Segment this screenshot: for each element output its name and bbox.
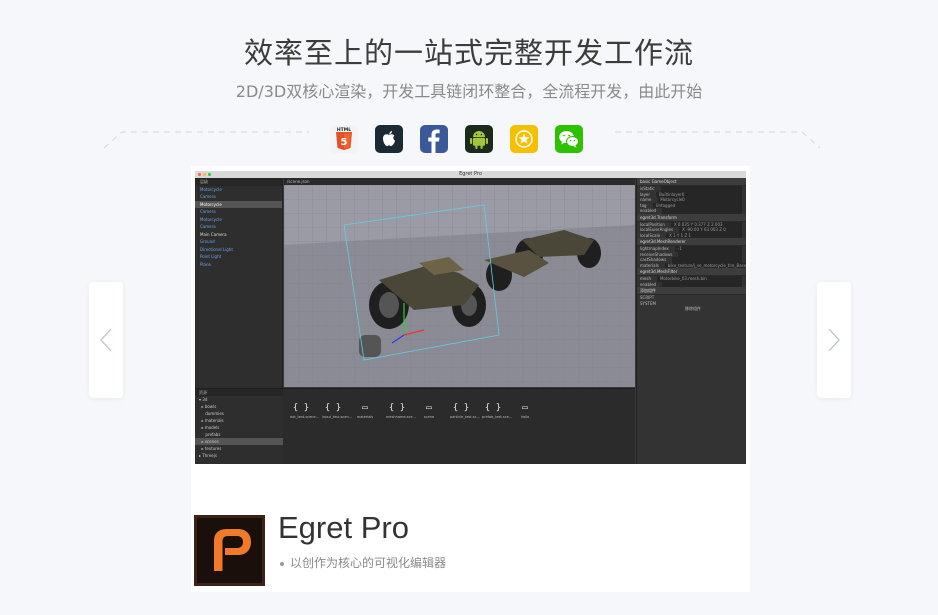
project-folder[interactable]: dummies <box>195 410 283 417</box>
project-folder[interactable]: ▸ models <box>195 424 283 431</box>
hierarchy-header: 层级 <box>195 178 282 186</box>
scene-tab[interactable]: /scene.json <box>284 178 635 185</box>
json-file-icon: { } <box>452 403 470 413</box>
asset-item[interactable]: { } input_test.scen... <box>322 401 353 419</box>
hierarchy-item[interactable]: Motorcycle <box>195 216 282 224</box>
inspector-section-title: egret3d.MeshRenderer <box>637 238 746 246</box>
product-card: Egret Pro 层级 Motorcycle Camera Motorcycle C… <box>191 166 750 592</box>
remove-component-label: 移除组件 <box>685 306 701 311</box>
inspector-panel: basic GameObject isStatic layer Builtinlay… <box>636 178 746 464</box>
product-name: Egret Pro <box>278 510 409 545</box>
asset-name: prefab_test.sce... <box>482 415 513 419</box>
project-folder[interactable]: ▸ scenes <box>195 438 283 445</box>
section-title: 效率至上的一站式完整开发工作流 <box>243 36 694 70</box>
hierarchy-item[interactable]: Camera <box>195 208 282 216</box>
add-component-button[interactable]: 添加组件 <box>637 287 746 295</box>
project-folder[interactable]: ▸ textures <box>195 445 283 452</box>
asset-item[interactable]: ▭ materials <box>354 401 376 419</box>
project-panel: 资源 ▾ 3d ▸ bowls dummies ▸ materials ▸ mo… <box>195 388 635 464</box>
project-folder[interactable]: ▾ 3d <box>195 396 283 403</box>
asset-item[interactable]: ▭ scene <box>418 401 440 419</box>
hierarchy-item[interactable]: Motorcycle <box>195 186 282 194</box>
property-value[interactable] <box>662 208 742 214</box>
asset-item[interactable]: { } meshname.sce... <box>386 401 416 419</box>
folder-icon: ▭ <box>522 403 528 413</box>
json-file-icon: { } <box>292 403 310 413</box>
facebook-icon <box>420 125 448 153</box>
scene-tab-label: /scene.json <box>287 179 310 184</box>
platform-icons: HTML 5 <box>330 125 583 155</box>
inspector-property: enabled <box>637 208 746 214</box>
android-icon <box>465 125 493 153</box>
project-folder[interactable]: prefabs <box>195 431 283 438</box>
hierarchy-item[interactable]: Camera <box>195 193 282 201</box>
asset-grid: { } dot_test.scene... { } input_test.scen..… <box>290 401 536 419</box>
decorative-dash-left <box>104 131 309 149</box>
scene-viewport[interactable] <box>284 185 635 387</box>
project-folder[interactable]: ▸ Threejs <box>195 452 283 459</box>
property-value[interactable] <box>662 281 742 287</box>
editor-window-title: Egret Pro <box>459 171 482 177</box>
asset-name: meshname.sce... <box>386 415 416 419</box>
html5-icon: HTML 5 <box>330 125 358 153</box>
json-file-icon: { } <box>484 403 502 413</box>
project-header: 资源 <box>195 389 283 396</box>
wechat-icon <box>555 125 583 153</box>
asset-item[interactable]: { } prefab_test.sce... <box>482 401 513 419</box>
chevron-right-icon <box>828 328 840 352</box>
hierarchy-item[interactable]: Directional Light <box>195 246 282 254</box>
asset-name: materials <box>356 415 374 419</box>
hierarchy-panel: 层级 Motorcycle Camera Motorcycle Camera Motor… <box>195 178 283 388</box>
asset-item[interactable]: ▭ Vaila <box>514 401 536 419</box>
star-icon <box>510 125 538 153</box>
egret-pro-logo <box>194 515 265 586</box>
asset-item[interactable]: { } dot_test.scene... <box>290 401 319 419</box>
svg-text:5: 5 <box>341 137 348 148</box>
editor-screenshot: Egret Pro 层级 Motorcycle Camera Motorcycle C… <box>195 171 746 464</box>
inspector-section-title: basic GameObject <box>637 178 746 186</box>
json-file-icon: { } <box>388 403 406 413</box>
folder-icon: ▭ <box>426 403 432 413</box>
json-file-icon: { } <box>324 403 342 413</box>
project-folder[interactable]: ▸ bowls <box>195 403 283 410</box>
decorative-dash-right <box>615 131 820 149</box>
hierarchy-item[interactable]: Plane <box>195 261 282 269</box>
inspector-section-title: egret3d.MeshFilter <box>637 268 746 276</box>
asset-name: particle_test.sc... <box>450 415 480 419</box>
system-label: SYSTEM <box>640 300 656 306</box>
inspector-section-title: egret3d.Transform <box>637 213 746 222</box>
asset-name: dot_test.scene... <box>290 415 319 419</box>
folder-icon: ▭ <box>362 403 368 413</box>
asset-item[interactable]: { } particle_test.sc... <box>450 401 480 419</box>
hierarchy-item[interactable]: Camera <box>195 223 282 231</box>
carousel-next-button[interactable] <box>817 282 851 398</box>
carousel-prev-button[interactable] <box>89 282 123 398</box>
remove-component-button[interactable]: 移除组件 <box>637 306 746 312</box>
project-folder[interactable]: ▸ materials <box>195 417 283 424</box>
apple-icon <box>375 125 403 153</box>
hierarchy-item[interactable]: Ground <box>195 238 282 246</box>
scene-render <box>284 185 635 387</box>
asset-name: Vaila <box>520 415 530 419</box>
hierarchy-item[interactable]: Motorcycle <box>195 200 282 208</box>
chevron-left-icon <box>100 328 112 352</box>
product-description: 以创作为核心的可视化编辑器 <box>280 554 446 571</box>
asset-name: input_test.scen... <box>322 415 353 419</box>
editor-titlebar: Egret Pro <box>195 171 746 178</box>
property-key: enabled <box>640 208 657 213</box>
hierarchy-item[interactable]: Point Light <box>195 253 282 261</box>
hierarchy-item[interactable]: Main Camera <box>195 231 282 239</box>
project-tree: 资源 ▾ 3d ▸ bowls dummies ▸ materials ▸ mo… <box>195 389 283 464</box>
asset-name: scene <box>423 415 435 419</box>
section-subtitle: 2D/3D双核心渲染，开发工具链闭环整合，全流程开发，由此开始 <box>235 82 703 101</box>
product-description-text: 以创作为核心的可视化编辑器 <box>290 556 447 570</box>
